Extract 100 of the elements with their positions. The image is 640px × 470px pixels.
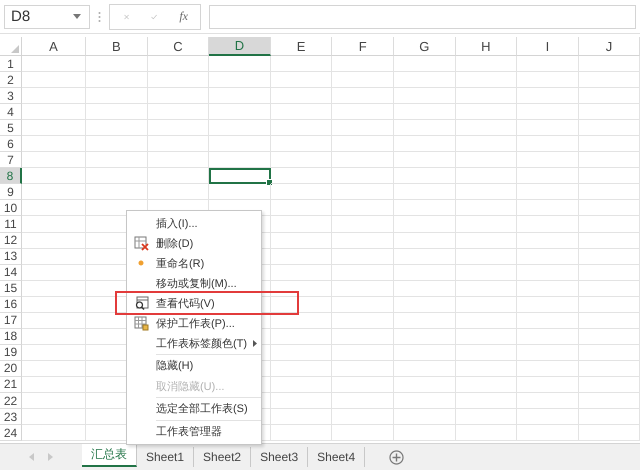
grid-cell[interactable] (517, 376, 579, 393)
grid-cell[interactable] (22, 409, 86, 426)
grid-cell[interactable] (209, 136, 271, 152)
grid-cell[interactable] (578, 280, 640, 297)
grid-cell[interactable] (578, 392, 640, 410)
grid-cell[interactable] (578, 184, 640, 200)
selected-cell[interactable] (209, 168, 271, 184)
grid-cell[interactable] (456, 344, 518, 361)
grid-cell[interactable] (456, 136, 518, 152)
grid-cell[interactable] (148, 104, 210, 120)
grid-cell[interactable] (22, 88, 86, 104)
grid-cell[interactable] (86, 88, 148, 104)
grid-cell[interactable] (456, 312, 518, 329)
grid-cell[interactable] (517, 136, 579, 152)
grid-cell[interactable] (22, 152, 86, 168)
grid-cell[interactable] (86, 168, 148, 184)
column-header[interactable]: B (86, 37, 148, 56)
grid-cell[interactable] (394, 232, 456, 249)
grid-cell[interactable] (456, 152, 518, 168)
grid-cell[interactable] (270, 152, 332, 168)
grid-cell[interactable] (517, 168, 579, 184)
grid-cell[interactable] (578, 360, 640, 377)
grid-cell[interactable] (456, 248, 518, 265)
grid-cell[interactable] (332, 344, 394, 361)
grid-cell[interactable] (270, 344, 332, 361)
grid-cell[interactable] (270, 409, 332, 426)
grid-cell[interactable] (578, 136, 640, 152)
grid-cell[interactable] (332, 280, 394, 297)
row-header[interactable]: 14 (0, 264, 22, 281)
row-header[interactable]: 22 (0, 392, 22, 410)
grid-cell[interactable] (394, 425, 456, 442)
grid-cell[interactable] (22, 104, 86, 120)
grid-cell[interactable] (394, 296, 456, 313)
grid-cell[interactable] (22, 248, 86, 265)
row-header[interactable]: 13 (0, 248, 22, 265)
grid-cell[interactable] (270, 88, 332, 104)
grid-cell[interactable] (394, 248, 456, 265)
grid-cell[interactable] (148, 152, 210, 168)
row-header[interactable]: 12 (0, 232, 22, 249)
grid-cell[interactable] (270, 232, 332, 249)
grid-cell[interactable] (517, 264, 579, 281)
grid-cell[interactable] (270, 296, 332, 313)
grid-cell[interactable] (578, 56, 640, 72)
grid-cell[interactable] (209, 104, 271, 120)
grid-cell[interactable] (270, 136, 332, 152)
grid-cell[interactable] (578, 264, 640, 281)
sheet-tab[interactable]: Sheet4 (308, 447, 366, 467)
grid-cell[interactable] (270, 376, 332, 393)
grid-cell[interactable] (394, 136, 456, 152)
row-header[interactable]: 11 (0, 216, 22, 233)
grid-cell[interactable] (332, 104, 394, 120)
column-header[interactable]: G (394, 37, 456, 56)
grid-cell[interactable] (394, 184, 456, 200)
grid-cell[interactable] (578, 168, 640, 184)
grid-cell[interactable] (86, 184, 148, 200)
grid-cell[interactable] (22, 328, 86, 345)
grid-cell[interactable] (394, 72, 456, 88)
column-header[interactable]: H (456, 37, 518, 56)
grid-cell[interactable] (517, 72, 579, 88)
grid-cell[interactable] (148, 120, 210, 136)
grid-cell[interactable] (148, 88, 210, 104)
grid-cell[interactable] (517, 296, 579, 313)
grid-cell[interactable] (456, 392, 518, 410)
magnifier-sheet-icon[interactable] (134, 296, 149, 310)
grid-cell[interactable] (22, 344, 86, 361)
grid-cell[interactable] (517, 184, 579, 200)
grid-cell[interactable] (517, 120, 579, 136)
grid-cell[interactable] (86, 152, 148, 168)
grid-cell[interactable] (148, 184, 210, 200)
grid-cell[interactable] (270, 328, 332, 345)
cancel-icon[interactable] (124, 12, 130, 22)
grid-cell[interactable] (22, 296, 86, 313)
grip-icon[interactable] (98, 10, 101, 22)
grid-cell[interactable] (209, 184, 271, 200)
grid-cell[interactable] (394, 264, 456, 281)
grid-cell[interactable] (394, 120, 456, 136)
grid-cell[interactable] (270, 184, 332, 200)
row-header[interactable]: 5 (0, 120, 22, 136)
grid-cell[interactable] (270, 280, 332, 297)
grid-cell[interactable] (22, 120, 86, 136)
grid-cell[interactable] (209, 152, 271, 168)
row-header[interactable]: 20 (0, 360, 22, 377)
grid-cell[interactable] (148, 136, 210, 152)
grid-cell[interactable] (332, 120, 394, 136)
grid-cell[interactable] (578, 344, 640, 361)
grid-cell[interactable] (456, 184, 518, 200)
grid-cell[interactable] (148, 56, 210, 72)
grid-cell[interactable] (517, 56, 579, 72)
grid-cell[interactable] (456, 88, 518, 104)
row-header[interactable]: 9 (0, 184, 22, 200)
grid-cell[interactable] (148, 168, 210, 184)
row-header[interactable]: 24 (0, 425, 22, 442)
grid-cell[interactable] (22, 56, 86, 72)
column-header[interactable]: E (270, 37, 332, 56)
column-header[interactable]: A (22, 37, 86, 56)
grid-cell[interactable] (578, 120, 640, 136)
grid-cell[interactable] (517, 392, 579, 410)
sheet-tab[interactable]: Sheet3 (251, 447, 308, 467)
locked-grid-icon[interactable] (134, 316, 149, 330)
grid-cell[interactable] (148, 72, 210, 88)
